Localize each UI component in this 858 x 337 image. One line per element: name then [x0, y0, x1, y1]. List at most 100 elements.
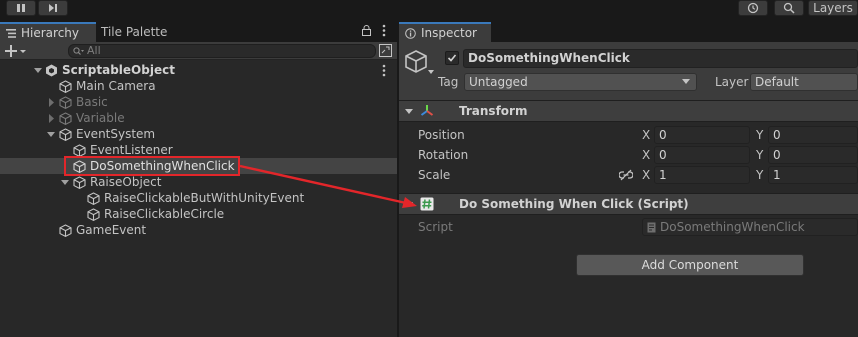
position-x-field[interactable]: 0 — [654, 126, 750, 144]
transform-header[interactable]: Transform — [399, 100, 858, 122]
gameobject-cube-icon — [59, 127, 72, 141]
tab-inspector-label: Inspector — [421, 26, 477, 40]
add-component-button[interactable]: Add Component — [576, 254, 804, 276]
step-button[interactable] — [38, 0, 68, 16]
tab-tile-palette-label: Tile Palette — [101, 25, 168, 39]
hierarchy-item-label: Variable — [76, 111, 125, 125]
tab-hierarchy-label: Hierarchy — [21, 26, 80, 40]
hierarchy-item-label: RaiseObject — [90, 175, 162, 189]
constrain-proportions-icon[interactable] — [619, 169, 633, 181]
expanded-arrow-icon[interactable] — [405, 107, 414, 116]
hierarchy-item-raiseclickablecircle[interactable]: RaiseClickableCircle — [0, 206, 397, 222]
scale-x-field[interactable]: 1 — [654, 166, 750, 184]
rotation-y-axis: Y — [756, 148, 764, 162]
hierarchy-item-label: RaiseClickableCircle — [104, 207, 225, 221]
tab-hierarchy[interactable]: Hierarchy — [0, 22, 96, 42]
scale-y-axis: Y — [756, 168, 764, 182]
scale-y-value: 1 — [773, 168, 781, 182]
script-file-icon — [647, 222, 656, 233]
gameobject-cube-icon — [87, 191, 100, 205]
tab-inspector[interactable]: Inspector — [399, 22, 491, 42]
position-y-field[interactable]: 0 — [768, 126, 858, 144]
search-button[interactable] — [774, 0, 804, 16]
object-name-field[interactable]: DoSomethingWhenClick — [463, 49, 858, 68]
position-y-value: 0 — [773, 128, 781, 142]
info-icon — [405, 27, 416, 39]
inspector-tab-strip: Inspector — [399, 20, 858, 42]
transform-title: Transform — [459, 104, 528, 118]
hierarchy-toolbar: All — [0, 42, 397, 60]
hierarchy-item-gameevent[interactable]: GameEvent — [0, 222, 397, 238]
expanded-arrow-icon[interactable] — [47, 130, 56, 139]
scene-row[interactable]: ScriptableObject — [0, 62, 397, 78]
hierarchy-item-label: GameEvent — [76, 223, 147, 237]
position-y-axis: Y — [756, 128, 764, 142]
script-label: Script — [418, 220, 453, 234]
tag-value: Untagged — [469, 75, 528, 89]
hierarchy-item-raiseclickablebutwithunityevent[interactable]: RaiseClickableButWithUnityEvent — [0, 190, 397, 206]
layer-label: Layer — [715, 75, 749, 89]
script-component-title: Do Something When Click (Script) — [459, 197, 689, 211]
layer-value: Default — [755, 75, 799, 89]
tag-label: Tag — [438, 75, 459, 89]
add-component-label: Add Component — [641, 258, 739, 272]
collapsed-arrow-icon[interactable] — [47, 97, 56, 107]
gameobject-cube-icon — [59, 95, 72, 109]
hierarchy-item-label: Basic — [76, 95, 108, 109]
scene-more-options-icon[interactable] — [382, 64, 386, 77]
search-icon — [73, 47, 84, 56]
collapsed-arrow-icon[interactable] — [47, 113, 56, 123]
gameobject-large-icon[interactable] — [405, 50, 435, 76]
hierarchy-item-eventsystem[interactable]: EventSystem — [0, 126, 397, 142]
scale-x-axis: X — [642, 168, 651, 182]
expanded-arrow-icon[interactable] — [34, 66, 43, 75]
gameobject-cube-icon — [87, 207, 100, 221]
hierarchy-item-basic[interactable]: Basic — [0, 94, 397, 110]
search-icon — [783, 2, 795, 14]
tab-tile-palette[interactable]: Tile Palette — [100, 22, 200, 42]
rotation-y-value: 0 — [773, 148, 781, 162]
expanded-arrow-icon[interactable] — [405, 200, 414, 209]
script-object-field[interactable]: DoSomethingWhenClick — [642, 218, 858, 236]
position-label: Position — [418, 128, 465, 142]
rotation-x-field[interactable]: 0 — [654, 146, 750, 164]
object-name: DoSomethingWhenClick — [468, 51, 630, 65]
scene-view-icon[interactable] — [379, 44, 392, 57]
history-button[interactable] — [738, 0, 768, 16]
hierarchy-item-raiseobject[interactable]: RaiseObject — [0, 174, 397, 190]
hierarchy-tab-strip: Hierarchy Tile Palette — [0, 20, 397, 42]
gameobject-cube-icon — [59, 111, 72, 125]
chevron-down-icon — [682, 79, 690, 85]
script-component-header[interactable]: Do Something When Click (Script) — [399, 193, 858, 215]
hierarchy-item-label: Main Camera — [76, 79, 156, 93]
hierarchy-item-label: RaiseClickableButWithUnityEvent — [104, 191, 305, 205]
hierarchy-search-input[interactable]: All — [68, 44, 376, 58]
step-icon — [48, 3, 58, 13]
rotation-y-field[interactable]: 0 — [768, 146, 858, 164]
search-placeholder: All — [87, 44, 101, 57]
hierarchy-item-main-camera[interactable]: Main Camera — [0, 78, 397, 94]
inspector-panel: Inspector DoSomethingWhenClick Tag Untag… — [399, 20, 858, 337]
position-x-axis: X — [642, 128, 651, 142]
expanded-arrow-icon[interactable] — [61, 178, 70, 187]
gameobject-cube-icon — [59, 79, 72, 93]
tag-dropdown[interactable]: Untagged — [464, 73, 697, 91]
gameobject-cube-icon — [73, 143, 86, 157]
rotation-label: Rotation — [418, 148, 469, 162]
unity-scene-icon — [45, 64, 58, 77]
scale-y-field[interactable]: 1 — [768, 166, 858, 184]
pause-button[interactable] — [6, 0, 36, 16]
more-options-icon[interactable] — [382, 24, 386, 37]
layer-dropdown[interactable]: Default — [750, 73, 858, 91]
pause-icon — [16, 3, 26, 13]
scale-label: Scale — [418, 168, 451, 182]
hierarchy-item-variable[interactable]: Variable — [0, 110, 397, 126]
create-add-icon[interactable] — [5, 45, 27, 57]
highlight-box — [64, 156, 240, 176]
active-checkbox[interactable] — [445, 51, 459, 65]
lock-icon[interactable] — [362, 25, 371, 36]
history-icon — [747, 2, 759, 14]
script-value: DoSomethingWhenClick — [660, 220, 805, 234]
layers-dropdown[interactable]: Layers — [808, 0, 858, 16]
transform-icon — [420, 104, 434, 118]
